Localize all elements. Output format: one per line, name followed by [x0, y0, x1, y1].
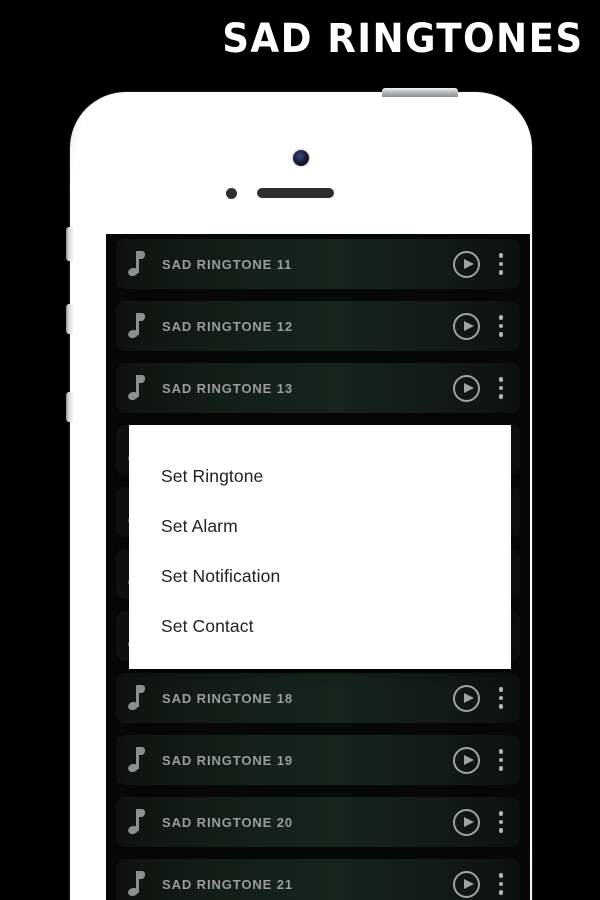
play-circle-icon[interactable]: [453, 250, 480, 278]
ringtone-action-dialog[interactable]: Set Ringtone Set Alarm Set Notification Set…: [129, 425, 511, 669]
volume-up-button[interactable]: [66, 304, 73, 334]
phone-screen: SAD RINGTONE 11 SAD RINGTONE 12 SAD RINGTO…: [106, 234, 530, 900]
ringtone-label: SAD RINGTONE 21: [162, 876, 294, 892]
music-note-icon: [127, 313, 148, 340]
earpiece-speaker-icon: [257, 188, 334, 198]
ringtone-label: SAD RINGTONE 13: [162, 380, 294, 396]
music-note-icon: [127, 251, 148, 278]
volume-down-button[interactable]: [66, 392, 73, 422]
kebab-menu-icon[interactable]: [498, 377, 504, 399]
phone-front-panel: SAD RINGTONE 11 SAD RINGTONE 12 SAD RINGTO…: [81, 102, 530, 900]
page-title: SAD RINGTONES: [222, 16, 584, 62]
ringtone-label: SAD RINGTONE 12: [162, 318, 294, 334]
proximity-sensor-icon: [226, 188, 237, 199]
table-row[interactable]: SAD RINGTONE 11: [116, 239, 520, 289]
play-circle-icon[interactable]: [453, 684, 480, 712]
ringtone-label: SAD RINGTONE 11: [162, 256, 293, 272]
music-note-icon: [127, 375, 148, 402]
silent-switch[interactable]: [66, 227, 73, 261]
play-circle-icon[interactable]: [453, 870, 480, 898]
ringtone-label: SAD RINGTONE 18: [162, 690, 294, 706]
dialog-option-set-ringtone[interactable]: Set Ringtone: [129, 451, 511, 501]
music-note-icon: [127, 747, 148, 774]
play-circle-icon[interactable]: [453, 312, 480, 340]
table-row[interactable]: SAD RINGTONE 12: [116, 301, 520, 351]
table-row[interactable]: SAD RINGTONE 19: [116, 735, 520, 785]
dialog-option-set-contact[interactable]: Set Contact: [129, 601, 511, 651]
kebab-menu-icon[interactable]: [498, 811, 504, 833]
power-button[interactable]: [382, 88, 458, 97]
banner: SAD RINGTONES: [0, 0, 600, 78]
dialog-option-set-alarm[interactable]: Set Alarm: [129, 501, 511, 551]
play-circle-icon[interactable]: [453, 808, 480, 836]
kebab-menu-icon[interactable]: [498, 749, 504, 771]
ringtone-label: SAD RINGTONE 20: [162, 814, 294, 830]
kebab-menu-icon[interactable]: [498, 253, 504, 275]
table-row[interactable]: SAD RINGTONE 21: [116, 859, 520, 900]
music-note-icon: [127, 871, 148, 898]
table-row[interactable]: SAD RINGTONE 13: [116, 363, 520, 413]
table-row[interactable]: SAD RINGTONE 20: [116, 797, 520, 847]
phone-device: SAD RINGTONE 11 SAD RINGTONE 12 SAD RINGTO…: [66, 88, 532, 900]
ringtone-label: SAD RINGTONE 19: [162, 752, 294, 768]
music-note-icon: [127, 685, 148, 712]
play-circle-icon[interactable]: [453, 746, 480, 774]
kebab-menu-icon[interactable]: [498, 873, 504, 895]
kebab-menu-icon[interactable]: [498, 315, 504, 337]
dialog-option-set-notification[interactable]: Set Notification: [129, 551, 511, 601]
play-circle-icon[interactable]: [453, 374, 480, 402]
kebab-menu-icon[interactable]: [498, 687, 504, 709]
table-row[interactable]: SAD RINGTONE 18: [116, 673, 520, 723]
front-camera-icon: [293, 150, 309, 166]
music-note-icon: [127, 809, 148, 836]
